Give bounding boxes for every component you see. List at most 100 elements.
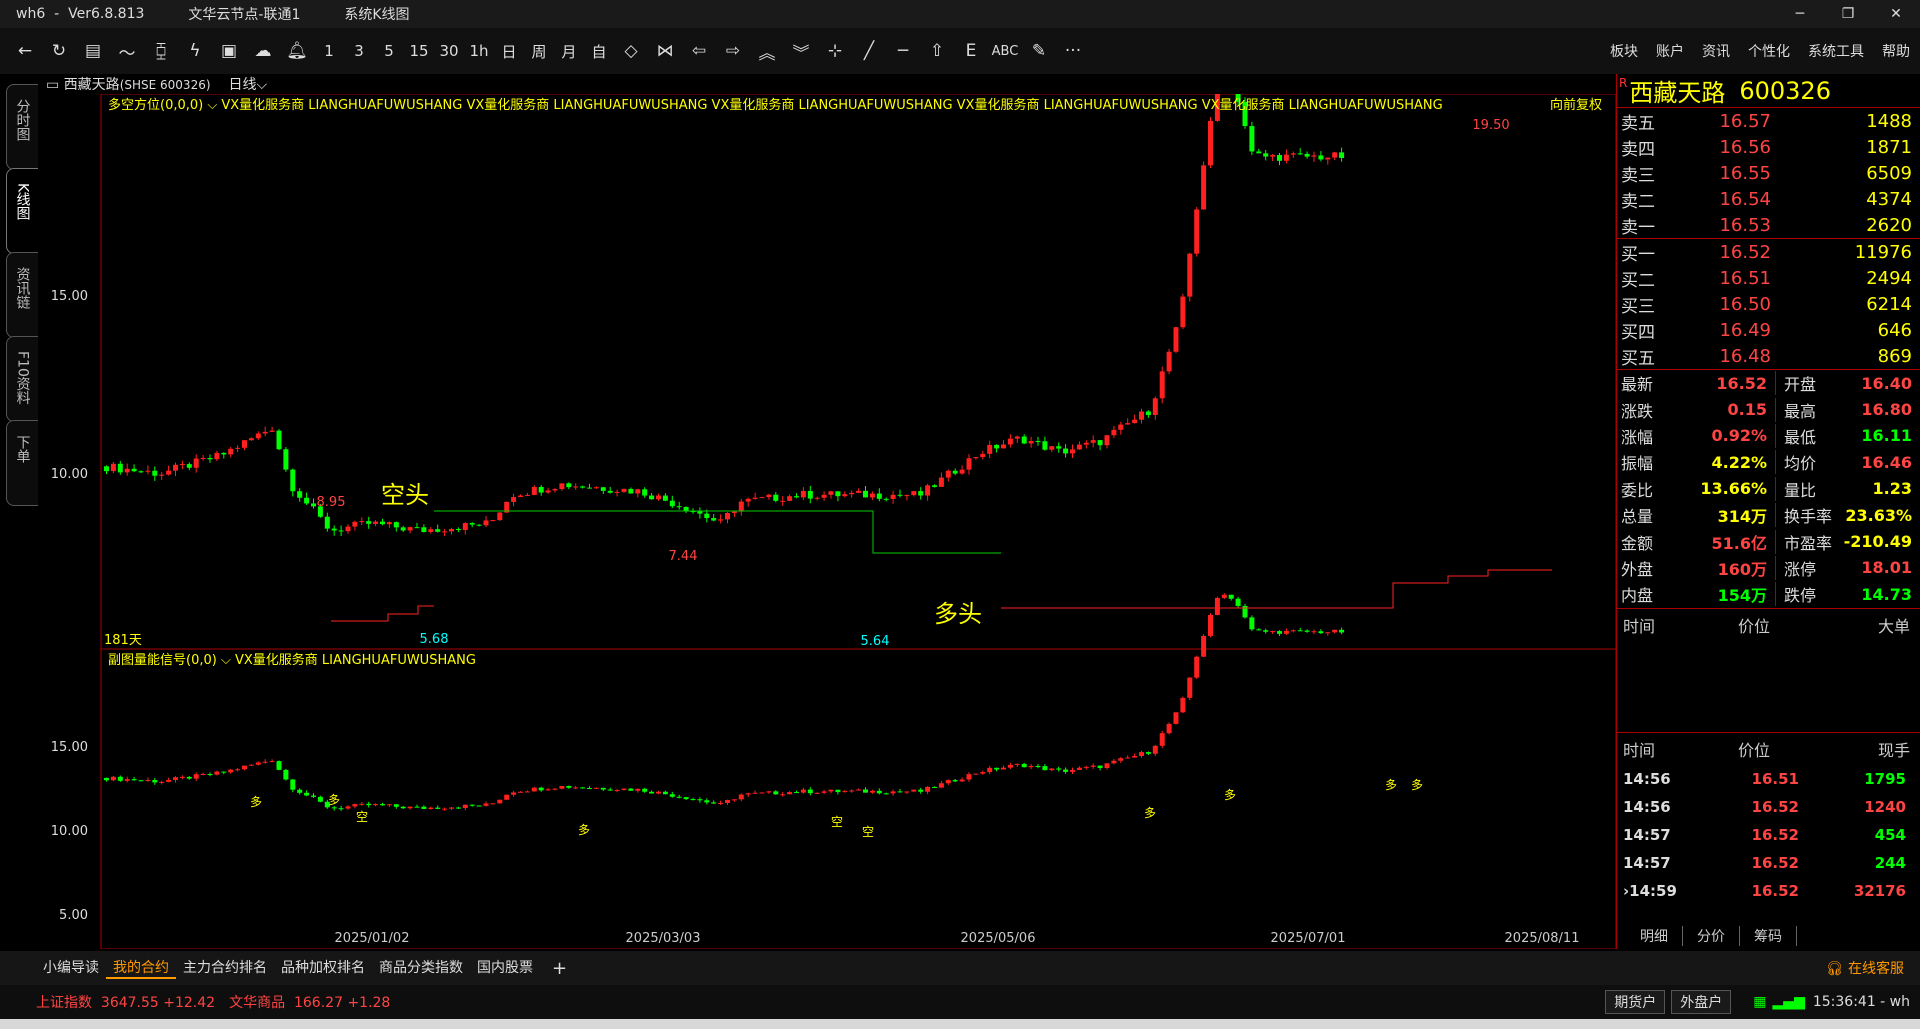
candle-body (938, 783, 944, 788)
crosshair-icon[interactable]: ⊹ (818, 36, 852, 66)
menu-item-2[interactable]: 资讯 (1702, 41, 1730, 61)
tab-chips[interactable]: 筹码 (1740, 926, 1797, 946)
index2[interactable]: 文华商品 166.27 +1.28 (229, 992, 390, 1012)
period-3[interactable]: 15 (404, 36, 434, 66)
sell-row[interactable]: 卖二 16.54 4374 (1617, 186, 1920, 212)
signal-marker: 多 (328, 793, 340, 807)
book-vol: 11976 (1854, 241, 1912, 263)
tick-row[interactable]: 14:56 16.52 1240 (1617, 793, 1920, 821)
bottom-tab-4[interactable]: 商品分类指数 (372, 957, 470, 979)
candle-body (600, 487, 606, 491)
text-e-icon[interactable]: Ε (954, 36, 988, 66)
stat-label: 振幅 (1621, 454, 1654, 474)
tab-fenshi[interactable]: 分时图 (6, 84, 38, 170)
candle-body (200, 774, 206, 776)
tab-price-dist[interactable]: 分价 (1683, 926, 1740, 946)
add-tab-icon[interactable]: + (552, 958, 567, 979)
tick-row[interactable]: ›14:59 16.52 32176 (1617, 877, 1920, 905)
candle-body (366, 803, 372, 806)
more-icon[interactable]: ··· (1056, 36, 1090, 66)
sell-row[interactable]: 卖三 16.55 6509 (1617, 160, 1920, 186)
signal-marker: 多 (1224, 788, 1236, 802)
y-label-10: 10.00 (51, 467, 88, 482)
menu-item-3[interactable]: 个性化 (1748, 41, 1790, 61)
sell-row[interactable]: 卖四 16.56 1871 (1617, 134, 1920, 160)
step-left-icon[interactable]: ⇦ (682, 36, 716, 66)
index1[interactable]: 上证指数 3647.55 +12.42 (36, 992, 215, 1012)
bottom-tab-1[interactable]: 我的合约 (106, 957, 176, 979)
minimize-icon[interactable]: ─ (1776, 0, 1824, 28)
period-9[interactable]: 自 (584, 36, 614, 66)
pen-icon[interactable]: ✎ (1022, 36, 1056, 66)
home-icon[interactable]: ⇧ (920, 36, 954, 66)
period-2[interactable]: 5 (374, 36, 404, 66)
period-0[interactable]: 1 (314, 36, 344, 66)
period-6[interactable]: 日 (494, 36, 524, 66)
refresh-icon[interactable]: ↻ (42, 36, 76, 66)
bell-icon[interactable]: 🔔︎ (280, 36, 314, 66)
tab-kline[interactable]: K线图 (6, 168, 38, 254)
bottom-tab-0[interactable]: 小编导读 (36, 957, 106, 979)
tab-detail[interactable]: 明细 (1616, 926, 1683, 946)
cloud-refresh-icon[interactable]: ☁ (246, 36, 280, 66)
candle-body (1132, 755, 1138, 758)
abc-text-icon[interactable]: ABC (988, 36, 1022, 66)
period-1[interactable]: 3 (344, 36, 374, 66)
tick-row[interactable]: 14:56 16.51 1795 (1617, 765, 1920, 793)
online-service-button[interactable]: 🎧︎ 在线客服 (1826, 958, 1904, 978)
zoom-out-icon[interactable]: ︾ (784, 36, 818, 66)
bottom-tab-5[interactable]: 国内股票 (470, 957, 540, 979)
bottom-tab-3[interactable]: 品种加权排名 (274, 957, 372, 979)
candle-body (697, 799, 703, 801)
candle-icon[interactable]: ⧮ (144, 36, 178, 66)
menu-item-5[interactable]: 帮助 (1882, 41, 1910, 61)
period-5[interactable]: 1h (464, 36, 494, 66)
menu-item-4[interactable]: 系统工具 (1808, 41, 1864, 61)
line-chart-icon[interactable]: 〜 (110, 36, 144, 66)
sell-row[interactable]: 卖一 16.53 2620 (1617, 212, 1920, 238)
candle-body (1311, 155, 1317, 157)
kong-line (434, 510, 1001, 554)
chart-stock-title[interactable]: ▭ 西藏天路(SHSE 600326) (46, 74, 211, 94)
zoom-in-icon[interactable]: ︽ (750, 36, 784, 66)
period-7[interactable]: 周 (524, 36, 554, 66)
tick-row[interactable]: 14:57 16.52 454 (1617, 821, 1920, 849)
period-4[interactable]: 30 (434, 36, 464, 66)
candle-body (1256, 151, 1262, 154)
compress-h-icon[interactable]: ⋈ (648, 36, 682, 66)
period-dropdown[interactable]: 日线⌵ (229, 74, 268, 94)
candle-body (228, 769, 234, 773)
menu-item-1[interactable]: 账户 (1656, 41, 1684, 61)
foreign-account-button[interactable]: 外盘户 (1671, 990, 1732, 1014)
back-icon[interactable]: ← (8, 36, 42, 66)
candle-body (1035, 766, 1041, 768)
tab-f10[interactable]: F10资料 (6, 336, 38, 422)
buy-row[interactable]: 买一 16.52 11976 (1617, 239, 1920, 265)
menu-item-0[interactable]: 板块 (1610, 41, 1638, 61)
period-8[interactable]: 月 (554, 36, 584, 66)
candle-body (787, 792, 793, 795)
futures-account-button[interactable]: 期货户 (1605, 990, 1666, 1014)
chart-area[interactable]: 多多空多空空多多多多 15.00 10.00 15.00 10.00 5.00 … (38, 74, 1617, 950)
buy-row[interactable]: 买四 16.49 646 (1617, 317, 1920, 343)
indicator-icon[interactable]: ϟ (178, 36, 212, 66)
candle-body (1311, 631, 1317, 633)
tab-order[interactable]: 下单 (6, 420, 38, 506)
maximize-icon[interactable]: ❐ (1824, 0, 1872, 28)
hline-icon[interactable]: ─ (886, 36, 920, 66)
close-icon[interactable]: ✕ (1872, 0, 1920, 28)
expand-h-icon[interactable]: ◇ (614, 36, 648, 66)
stat-value: 13.66% (1700, 479, 1767, 499)
step-right-icon[interactable]: ⇨ (716, 36, 750, 66)
layout-icon[interactable]: ▣ (212, 36, 246, 66)
buy-row[interactable]: 买五 16.48 869 (1617, 343, 1920, 369)
buy-row[interactable]: 买二 16.51 2494 (1617, 265, 1920, 291)
buy-row[interactable]: 买三 16.50 6214 (1617, 291, 1920, 317)
list-icon[interactable]: ▤ (76, 36, 110, 66)
candle-body (338, 530, 344, 532)
tab-news[interactable]: 资讯链 (6, 252, 38, 338)
tick-row[interactable]: 14:57 16.52 244 (1617, 849, 1920, 877)
bottom-tab-2[interactable]: 主力合约排名 (176, 957, 274, 979)
draw-line-icon[interactable]: ╱ (852, 36, 886, 66)
sell-row[interactable]: 卖五 16.57 1488 (1617, 108, 1920, 134)
